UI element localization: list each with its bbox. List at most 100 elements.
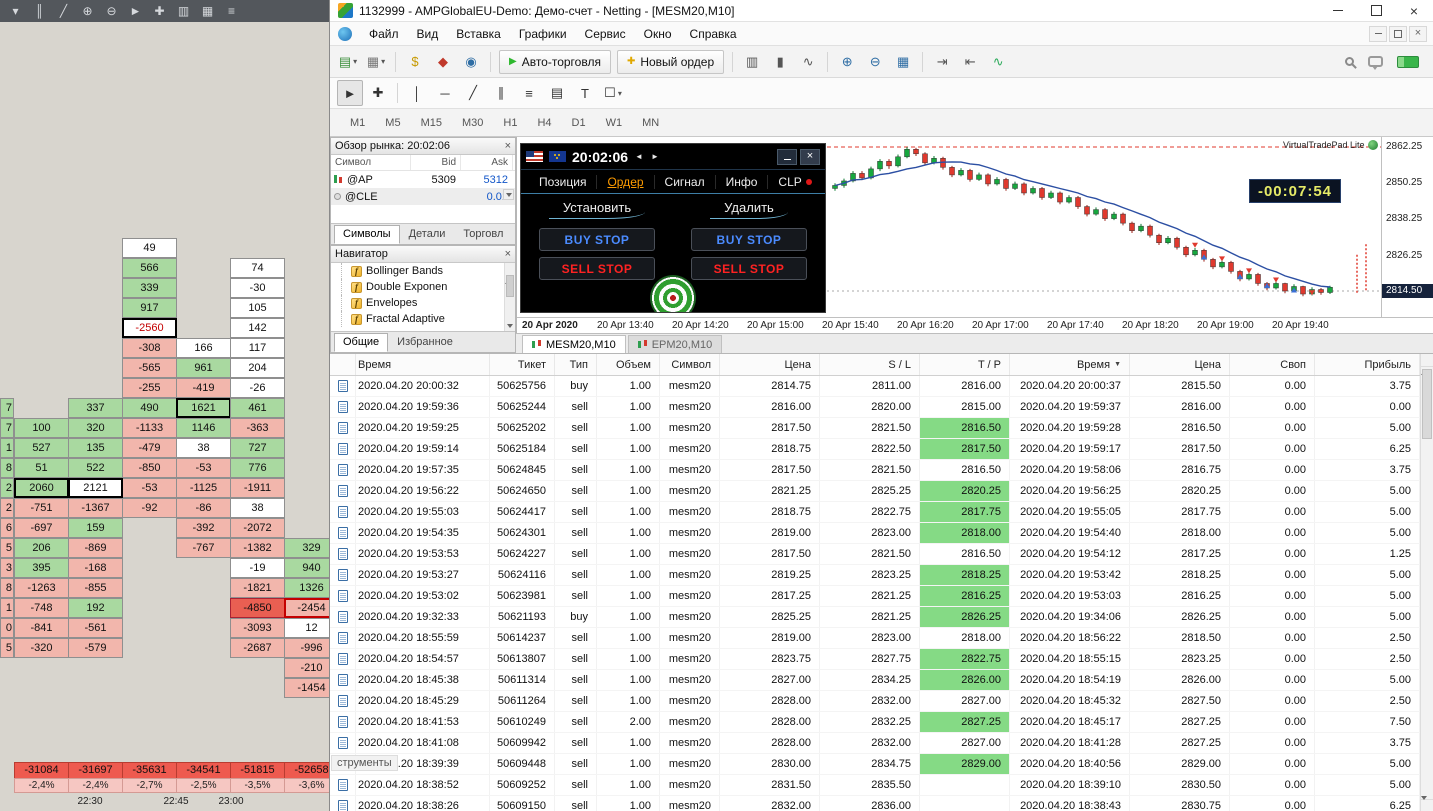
timeframe-H4[interactable]: H4 xyxy=(527,114,561,132)
market-watch-row[interactable]: @CLE 0.01 xyxy=(331,188,515,205)
table-row[interactable]: 2020.04.20 19:59:36 50625244 sell 1.00 mesm2… xyxy=(330,397,1433,418)
zoom-out-icon[interactable]: ⊖ xyxy=(101,2,122,20)
trendline-tool-icon[interactable]: ╱ xyxy=(460,80,486,106)
vtp-tab-CLP[interactable]: CLP xyxy=(768,175,821,189)
settings-icon[interactable]: ≡ xyxy=(221,2,242,20)
table-row[interactable]: 2020.04.20 18:41:08 50609942 sell 1.00 mesm2… xyxy=(330,733,1433,754)
autotrade-button[interactable]: ▶ Авто-торговля xyxy=(499,49,611,74)
new-order-button[interactable]: ✚ Новый ордер xyxy=(616,49,725,74)
market-watch-close-icon[interactable]: × xyxy=(505,140,511,152)
broadcast-icon[interactable]: ◉ xyxy=(458,49,484,75)
fibonacci-tool-icon[interactable]: ≡ xyxy=(516,80,542,106)
grid-tool-icon[interactable]: ▤ xyxy=(544,80,570,106)
table-row[interactable]: 2020.04.20 18:45:29 50611264 sell 1.00 mesm2… xyxy=(330,691,1433,712)
history-header-8[interactable]: Время ▼ xyxy=(1010,354,1130,375)
history-header-7[interactable]: T / P xyxy=(920,354,1010,375)
table-row[interactable]: 2020.04.20 18:38:52 50609252 sell 1.00 mesm2… xyxy=(330,775,1433,796)
navigator-item[interactable]: Envelopes xyxy=(331,295,515,311)
timeframe-MN[interactable]: MN xyxy=(632,114,669,132)
navigator-scrollbar[interactable] xyxy=(504,263,515,333)
menu-item-Файл[interactable]: Файл xyxy=(360,22,408,46)
shapes-tool-icon[interactable]: ☐ ▾ xyxy=(600,80,626,106)
crosshair-tool-icon[interactable]: ✚ xyxy=(365,80,391,106)
chart-tab-EPM20,M10[interactable]: EPM20,M10 xyxy=(627,335,723,353)
mql5-community-icon[interactable]: ◆ xyxy=(430,49,456,75)
vtp-установить-sell-stop-button[interactable]: SELL STOP xyxy=(539,257,655,280)
table-row[interactable]: 2020.04.20 19:32:33 50621193 buy 1.00 mesm20… xyxy=(330,607,1433,628)
table-row[interactable]: 2020.04.20 18:45:38 50611314 sell 1.00 mesm2… xyxy=(330,670,1433,691)
table-row[interactable]: 2020.04.20 18:41:53 50610249 sell 2.00 mesm2… xyxy=(330,712,1433,733)
vline-tool-icon[interactable]: │ xyxy=(404,80,430,106)
price-scale[interactable]: 2862.25 2850.25 2838.25 2826.25 2814.50 xyxy=(1381,137,1433,317)
close-button[interactable] xyxy=(1395,0,1433,21)
history-header-6[interactable]: S / L xyxy=(820,354,920,375)
navigator-item[interactable]: Fractal Adaptive xyxy=(331,311,515,327)
menu-item-Сервис[interactable]: Сервис xyxy=(576,22,635,46)
vtp-prev-icon[interactable] xyxy=(635,152,643,161)
vtp-tab-Инфо[interactable]: Инфо xyxy=(716,174,769,189)
indicators-icon[interactable]: ∿ xyxy=(985,49,1011,75)
timeframe-M30[interactable]: M30 xyxy=(452,114,493,132)
vtp-next-icon[interactable] xyxy=(651,152,659,161)
table-row[interactable]: 2020.04.20 19:53:02 50623981 sell 1.00 mesm2… xyxy=(330,586,1433,607)
menu-item-Вид[interactable]: Вид xyxy=(408,22,448,46)
tile-windows-icon[interactable]: ▦ xyxy=(890,49,916,75)
chart-close-button[interactable] xyxy=(1409,25,1427,42)
timeframe-M15[interactable]: M15 xyxy=(411,114,452,132)
zoom-in-icon[interactable]: ⊕ xyxy=(834,49,860,75)
history-header-0[interactable]: Время xyxy=(356,354,490,375)
chart-restore-button[interactable] xyxy=(1389,25,1407,42)
table-row[interactable]: 2020.04.20 19:54:35 50624301 sell 1.00 mesm2… xyxy=(330,523,1433,544)
vtp-minimize-button[interactable] xyxy=(777,148,797,165)
mw-tab-Торговл[interactable]: Торговл xyxy=(454,225,512,244)
history-header-1[interactable]: Тикет xyxy=(490,354,555,375)
mw-tab-Детали[interactable]: Детали xyxy=(400,225,455,244)
timeframe-M1[interactable]: M1 xyxy=(340,114,375,132)
table-row[interactable]: 2020.04.20 20:00:32 50625756 buy 1.00 mesm20… xyxy=(330,376,1433,397)
candles-mode-icon[interactable]: ▮ xyxy=(767,49,793,75)
bars-mode-icon[interactable]: ▥ xyxy=(739,49,765,75)
mw-column-Bid[interactable]: Bid xyxy=(411,155,461,170)
mw-tab-Символы[interactable]: Символы xyxy=(334,225,400,244)
autoscroll-icon[interactable]: ⇥ xyxy=(929,49,955,75)
market-watch-scroll-down[interactable] xyxy=(503,189,514,200)
vtp-tab-Сигнал[interactable]: Сигнал xyxy=(655,174,716,189)
market-watch-row[interactable]: @AP 5309 5312 xyxy=(331,171,515,188)
history-header-11[interactable]: Прибыль xyxy=(1315,354,1420,375)
table-row[interactable]: 2020.04.20 18:39:39 50609448 sell 1.00 mesm2… xyxy=(330,754,1433,775)
menu-item-Графики[interactable]: Графики xyxy=(510,22,576,46)
vtp-close-button[interactable] xyxy=(800,148,820,165)
vtp-установить-buy-stop-button[interactable]: BUY STOP xyxy=(539,228,655,251)
vtp-tab-Ордер[interactable]: Ордер xyxy=(597,174,655,189)
search-icon[interactable] xyxy=(1345,57,1354,66)
pause-icon[interactable]: ║ xyxy=(29,2,50,20)
table-row[interactable]: 2020.04.20 18:54:57 50613807 sell 1.00 mesm2… xyxy=(330,649,1433,670)
menu-item-Справка[interactable]: Справка xyxy=(681,22,746,46)
history-header-10[interactable]: Своп xyxy=(1230,354,1315,375)
zoom-out-icon[interactable]: ⊖ xyxy=(862,49,888,75)
minimize-button[interactable] xyxy=(1319,0,1357,21)
deposit-icon[interactable]: $ xyxy=(402,49,428,75)
zoom-in-icon[interactable]: ⊕ xyxy=(77,2,98,20)
mw-column-Ask[interactable]: Ask xyxy=(461,155,513,170)
navigator-item[interactable]: Bollinger Bands xyxy=(331,263,515,279)
channel-tool-icon[interactable]: ∥ xyxy=(488,80,514,106)
timeframe-W1[interactable]: W1 xyxy=(596,114,633,132)
table-row[interactable]: 2020.04.20 18:38:26 50609150 sell 1.00 mesm2… xyxy=(330,796,1433,811)
vtp-tab-Позиция[interactable]: Позиция xyxy=(529,174,598,189)
cursor-icon[interactable]: ► xyxy=(125,2,146,20)
table-row[interactable]: 2020.04.20 18:55:59 50614237 sell 1.00 mesm2… xyxy=(330,628,1433,649)
history-header-2[interactable]: Тип xyxy=(555,354,597,375)
line-mode-icon[interactable]: ∿ xyxy=(795,49,821,75)
history-header-4[interactable]: Символ xyxy=(660,354,720,375)
mw-column-Символ[interactable]: Символ xyxy=(331,155,411,170)
crosshair-icon[interactable]: ✚ xyxy=(149,2,170,20)
cursor-tool-icon[interactable]: ► xyxy=(337,80,363,106)
chart-type-dropdown-icon[interactable]: ▾ xyxy=(5,2,26,20)
table-row[interactable]: 2020.04.20 19:53:53 50624227 sell 1.00 mesm2… xyxy=(330,544,1433,565)
time-axis[interactable]: 20 Apr 2020 20 Apr 13:40 20 Apr 14:20 20 Ap… xyxy=(517,317,1433,333)
table-row[interactable]: 2020.04.20 19:55:03 50624417 sell 1.00 mesm2… xyxy=(330,502,1433,523)
timeframe-M5[interactable]: M5 xyxy=(375,114,410,132)
navigator-close-icon[interactable]: × xyxy=(505,248,511,260)
text-tool-icon[interactable]: T xyxy=(572,80,598,106)
